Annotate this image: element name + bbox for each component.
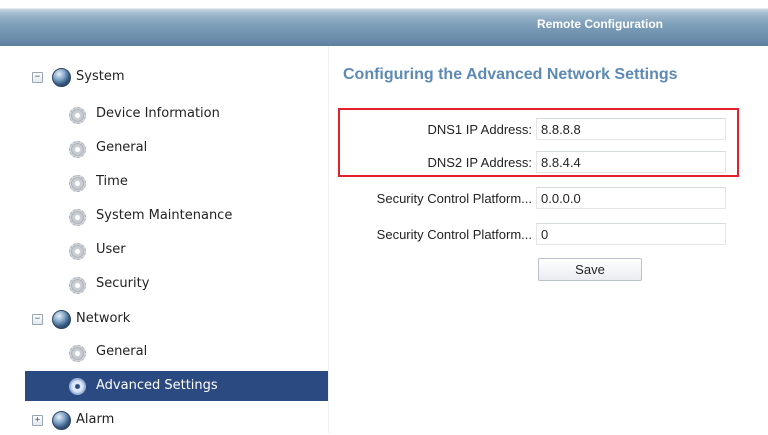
dns2-row: DNS2 IP Address: <box>328 151 768 175</box>
tree-item-security[interactable]: Security <box>0 270 328 300</box>
collapse-toggle-icon[interactable]: − <box>32 314 43 325</box>
tree-item-general[interactable]: General <box>0 134 328 164</box>
gear-icon <box>69 243 86 260</box>
gear-icon <box>69 378 86 395</box>
security-platform-ip-label: Security Control Platform... <box>376 191 532 206</box>
gear-icon <box>69 141 86 158</box>
save-button[interactable]: Save <box>538 258 642 281</box>
security-platform-ip-row: Security Control Platform... <box>328 187 768 211</box>
config-tree: − System Device Information General Time… <box>0 46 328 433</box>
tree-item-label: Advanced Settings <box>96 378 218 393</box>
tree-node-alarm[interactable]: + Alarm <box>0 405 328 435</box>
tree-item-label: General <box>96 344 148 359</box>
tree-item-label: Security <box>96 276 150 291</box>
tree-item-label: Time <box>96 174 128 189</box>
tree-node-label: Alarm <box>76 412 115 427</box>
tree-item-label: User <box>96 242 126 257</box>
title-bar: Remote Configuration <box>0 0 768 46</box>
tree-item-advanced-settings[interactable]: Advanced Settings <box>25 371 328 401</box>
dns1-input[interactable] <box>536 118 726 140</box>
security-platform-port-label: Security Control Platform... <box>376 227 532 242</box>
tree-item-label: Device Information <box>96 106 220 121</box>
tree-item-label: General <box>96 140 148 155</box>
collapse-toggle-icon[interactable]: − <box>32 72 43 83</box>
dns2-input[interactable] <box>536 151 726 173</box>
tree-item-device-information[interactable]: Device Information <box>0 100 328 130</box>
tree-item-user[interactable]: User <box>0 236 328 266</box>
tree-item-system-maintenance[interactable]: System Maintenance <box>0 202 328 232</box>
tree-item-time[interactable]: Time <box>0 168 328 198</box>
gear-icon <box>69 175 86 192</box>
tree-node-label: Network <box>76 311 131 326</box>
panel-title: Configuring the Advanced Network Setting… <box>343 66 678 83</box>
security-platform-port-row: Security Control Platform... <box>328 223 768 247</box>
settings-panel: Configuring the Advanced Network Setting… <box>328 46 768 433</box>
tree-item-label: System Maintenance <box>96 208 233 223</box>
tree-item-network-general[interactable]: General <box>0 338 328 368</box>
tree-node-system[interactable]: − System <box>0 62 328 92</box>
expand-toggle-icon[interactable]: + <box>32 415 43 426</box>
dns2-label: DNS2 IP Address: <box>427 155 532 170</box>
tree-node-label: System <box>76 69 125 84</box>
dns1-label: DNS1 IP Address: <box>427 122 532 137</box>
globe-icon <box>52 68 71 87</box>
gear-icon <box>69 277 86 294</box>
security-platform-ip-input[interactable] <box>536 187 726 209</box>
window-title: Remote Configuration <box>537 17 663 31</box>
gear-icon <box>69 345 86 362</box>
security-platform-port-input[interactable] <box>536 223 726 245</box>
gear-icon <box>69 209 86 226</box>
globe-icon <box>52 310 71 329</box>
dns1-row: DNS1 IP Address: <box>328 118 768 142</box>
tree-node-network[interactable]: − Network <box>0 304 328 334</box>
gear-icon <box>69 107 86 124</box>
globe-icon <box>52 411 71 430</box>
